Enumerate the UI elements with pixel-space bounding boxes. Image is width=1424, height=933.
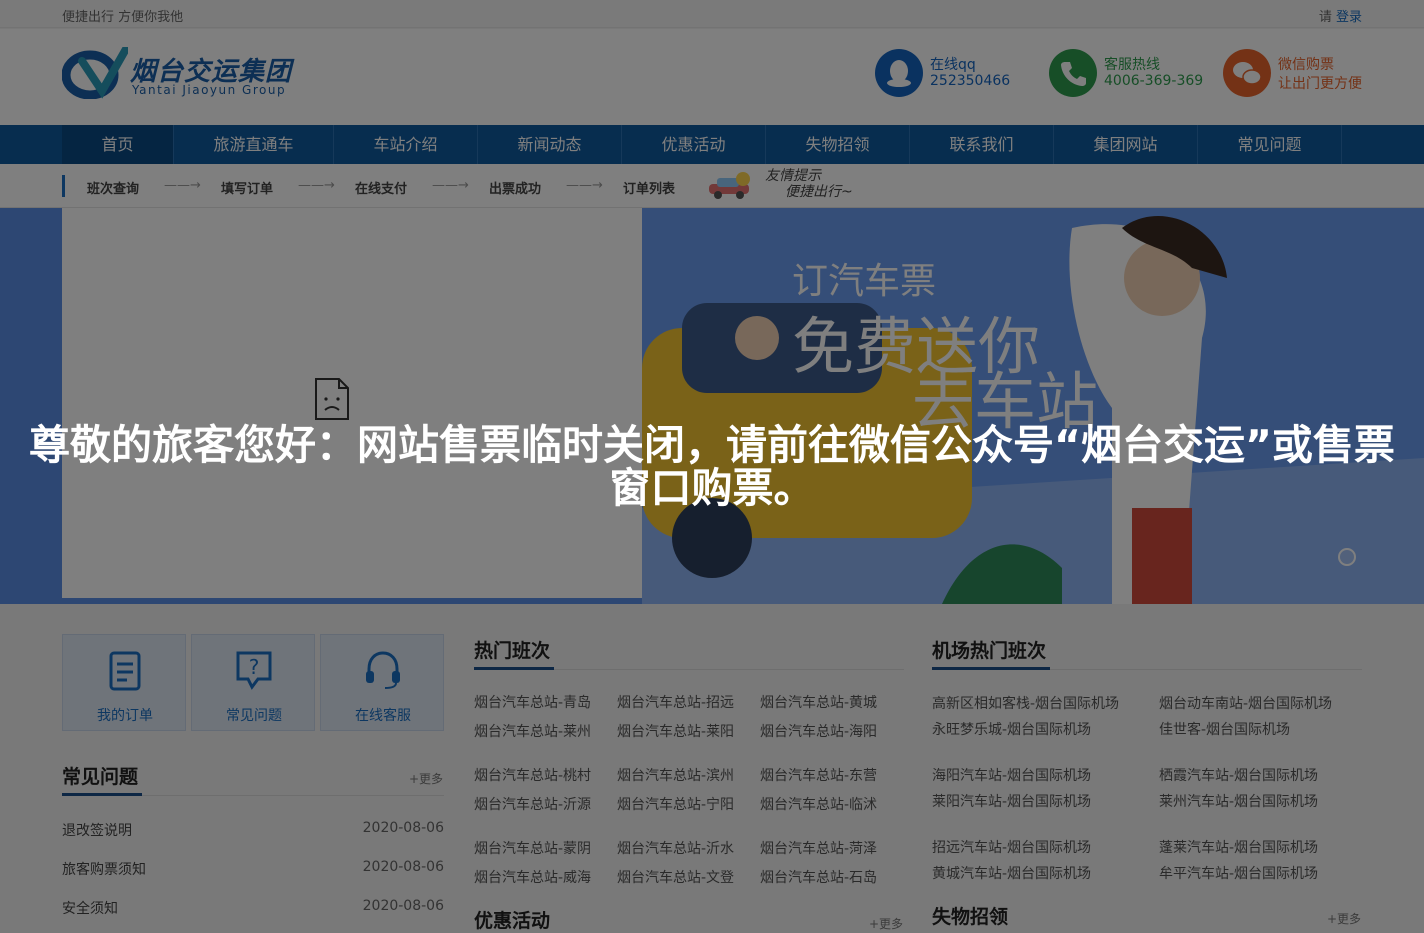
- closure-overlay[interactable]: 尊敬的旅客您好：网站售票临时关闭，请前往微信公众号“烟台交运”或售票窗口购票。: [0, 0, 1424, 933]
- closure-notice: 尊敬的旅客您好：网站售票临时关闭，请前往微信公众号“烟台交运”或售票窗口购票。: [29, 421, 1395, 512]
